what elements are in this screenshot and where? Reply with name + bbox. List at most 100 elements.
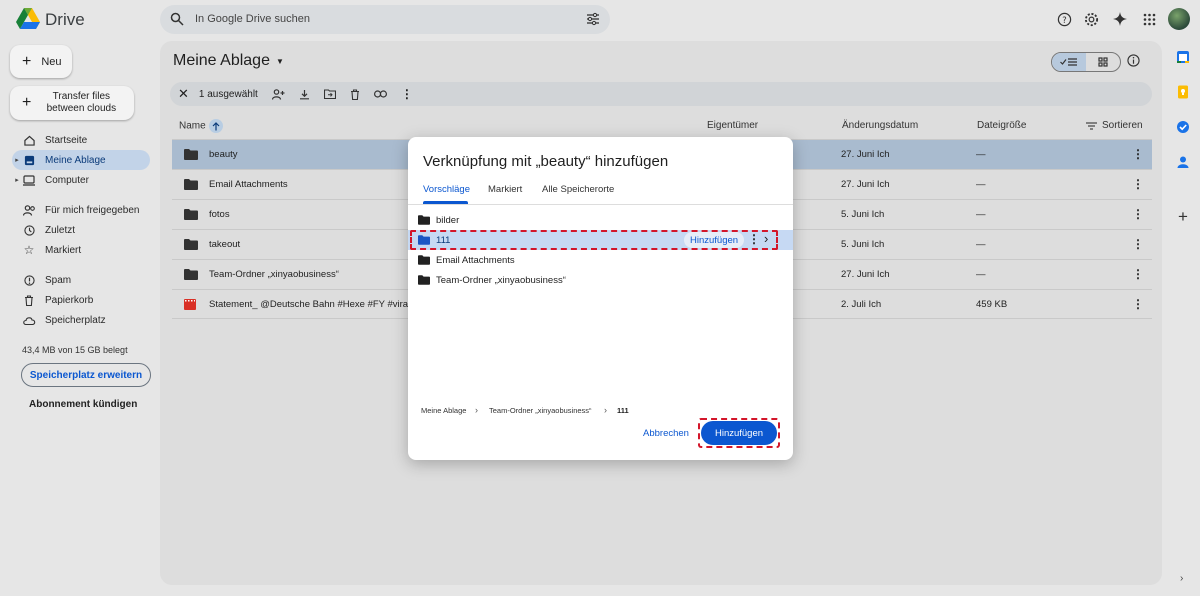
more-options-icon[interactable]: ⋮ bbox=[1132, 237, 1144, 251]
sidebar-item-my-drive[interactable]: ▸ Meine Ablage bbox=[12, 150, 150, 170]
app-name[interactable]: Drive bbox=[45, 10, 85, 30]
shared-people-icon bbox=[22, 203, 36, 217]
clock-icon bbox=[22, 223, 36, 237]
contacts-icon[interactable] bbox=[1176, 155, 1190, 169]
more-options-icon[interactable]: ⋮ bbox=[1132, 207, 1144, 221]
file-name: takeout bbox=[209, 239, 241, 250]
trash-icon[interactable] bbox=[350, 88, 360, 100]
sort-ascending-icon[interactable] bbox=[208, 119, 223, 133]
add-addon-plus-icon[interactable]: + bbox=[1176, 208, 1190, 225]
filter-options-icon[interactable] bbox=[586, 12, 600, 26]
user-avatar[interactable] bbox=[1168, 8, 1190, 30]
modified-date: 2. Juli Ich bbox=[841, 298, 882, 310]
column-header-name[interactable]: Name bbox=[179, 119, 223, 133]
transfer-files-button[interactable]: + Transfer files between clouds bbox=[10, 86, 134, 120]
tasks-icon[interactable] bbox=[1176, 120, 1190, 134]
move-to-folder-icon[interactable] bbox=[323, 89, 336, 99]
download-icon[interactable] bbox=[299, 89, 310, 100]
file-name: Team-Ordner „xinyaobusiness“ bbox=[209, 269, 339, 280]
drive-icon bbox=[22, 153, 36, 167]
more-actions-icon[interactable]: ⋮ bbox=[401, 87, 413, 101]
breadcrumb-current: 111 bbox=[617, 406, 629, 415]
search-bar[interactable]: In Google Drive suchen bbox=[160, 5, 610, 34]
expand-storage-button[interactable]: Speicherplatz erweitern bbox=[21, 363, 151, 387]
tab-starred[interactable]: Markiert bbox=[488, 184, 522, 195]
chevron-right-icon[interactable]: › bbox=[1180, 573, 1183, 584]
file-size: — bbox=[976, 149, 986, 160]
modified-date: 5. Juni Ich bbox=[841, 239, 885, 250]
clear-selection-icon[interactable]: ✕ bbox=[178, 86, 189, 102]
list-item[interactable]: Team-Ordner „xinyaobusiness“ bbox=[408, 270, 793, 290]
info-icon[interactable] bbox=[1127, 54, 1140, 67]
keep-notes-icon[interactable] bbox=[1176, 85, 1190, 99]
grid-view-button[interactable] bbox=[1086, 53, 1120, 71]
sidebar-item-storage[interactable]: Speicherplatz bbox=[12, 310, 150, 330]
tab-all-locations[interactable]: Alle Speicherorte bbox=[542, 184, 614, 195]
more-options-icon[interactable]: ⋮ bbox=[1132, 147, 1144, 161]
star-icon: ☆ bbox=[23, 243, 35, 257]
dropdown-arrow-icon[interactable]: ▼ bbox=[276, 57, 284, 66]
column-header-owner[interactable]: Eigentümer bbox=[707, 120, 758, 131]
list-item[interactable]: Email Attachments bbox=[408, 250, 793, 270]
sidebar-item-shared[interactable]: Für mich freigegeben bbox=[12, 200, 150, 220]
file-name: fotos bbox=[209, 209, 230, 220]
modified-date: 27. Juni Ich bbox=[841, 149, 890, 160]
sort-button[interactable]: Sortieren bbox=[1086, 120, 1143, 131]
calendar-icon[interactable] bbox=[1176, 50, 1190, 64]
more-options-icon[interactable]: ⋮ bbox=[1132, 267, 1144, 281]
plus-icon: + bbox=[22, 94, 32, 111]
list-view-button[interactable] bbox=[1052, 53, 1086, 71]
list-item[interactable]: bilder bbox=[408, 210, 793, 230]
file-size: — bbox=[976, 209, 986, 220]
folder-icon bbox=[184, 179, 198, 190]
spam-icon bbox=[22, 273, 36, 287]
file-size: — bbox=[976, 179, 986, 190]
search-icon[interactable] bbox=[170, 12, 184, 26]
cancel-subscription-link[interactable]: Abonnement kündigen bbox=[29, 399, 137, 410]
new-button[interactable]: + Neu bbox=[10, 45, 72, 78]
more-options-icon[interactable]: ⋮ bbox=[1132, 297, 1144, 311]
sidebar-item-recent[interactable]: Zuletzt bbox=[12, 220, 150, 240]
gemini-sparkle-icon[interactable] bbox=[1111, 10, 1129, 28]
page-title[interactable]: Meine Ablage ▼ bbox=[173, 52, 284, 70]
plus-icon: + bbox=[22, 52, 32, 70]
column-header-size[interactable]: Dateigröße bbox=[977, 120, 1026, 131]
folder-icon bbox=[418, 255, 430, 265]
modified-date: 5. Juni Ich bbox=[841, 209, 885, 220]
top-bar: Drive In Google Drive suchen ? bbox=[0, 0, 1200, 40]
file-name: Email Attachments bbox=[209, 179, 288, 190]
expand-caret-icon[interactable]: ▸ bbox=[12, 176, 22, 184]
settings-gear-icon[interactable] bbox=[1082, 10, 1100, 28]
breadcrumb-item[interactable]: Team-Ordner „xinyaobusiness“ bbox=[489, 406, 592, 415]
breadcrumb-item[interactable]: Meine Ablage bbox=[421, 406, 466, 415]
chevron-right-icon: › bbox=[475, 405, 478, 415]
sidebar-item-spam[interactable]: Spam bbox=[12, 270, 150, 290]
share-icon[interactable] bbox=[271, 88, 285, 100]
highlight-annotation bbox=[410, 230, 778, 250]
folder-icon bbox=[418, 215, 430, 225]
help-icon[interactable]: ? bbox=[1055, 10, 1073, 28]
search-input[interactable]: In Google Drive suchen bbox=[195, 13, 310, 25]
sidebar-item-starred[interactable]: ☆ Markiert bbox=[12, 240, 150, 260]
sidebar-item-home[interactable]: Startseite bbox=[12, 130, 150, 150]
sidebar-item-computer[interactable]: ▸ Computer bbox=[12, 170, 150, 190]
column-header-date[interactable]: Änderungsdatum bbox=[842, 120, 918, 131]
view-toggle[interactable] bbox=[1051, 52, 1121, 72]
sidebar-item-trash[interactable]: Papierkorb bbox=[12, 290, 150, 310]
file-size: 459 KB bbox=[976, 298, 1008, 310]
drive-logo-icon[interactable] bbox=[16, 8, 40, 30]
tab-suggestions[interactable]: Vorschläge bbox=[423, 184, 470, 195]
cancel-button[interactable]: Abbrechen bbox=[643, 428, 689, 439]
svg-text:?: ? bbox=[1062, 14, 1066, 24]
link-icon[interactable] bbox=[373, 90, 387, 98]
shared-folder-icon bbox=[184, 269, 198, 280]
storage-usage-text: 43,4 MB von 15 GB belegt bbox=[22, 345, 128, 355]
home-icon bbox=[22, 133, 36, 147]
expand-caret-icon[interactable]: ▸ bbox=[12, 156, 22, 164]
file-name: Statement_ @Deutsche Bahn #Hexe #FY #vir… bbox=[209, 298, 419, 310]
selection-toolbar: ✕ 1 ausgewählt ⋮ bbox=[170, 82, 1152, 106]
file-size: — bbox=[976, 269, 986, 280]
dialog-title: Verknüpfung mit „beauty“ hinzufügen bbox=[423, 153, 669, 170]
more-options-icon[interactable]: ⋮ bbox=[1132, 177, 1144, 191]
apps-grid-icon[interactable] bbox=[1140, 10, 1158, 28]
